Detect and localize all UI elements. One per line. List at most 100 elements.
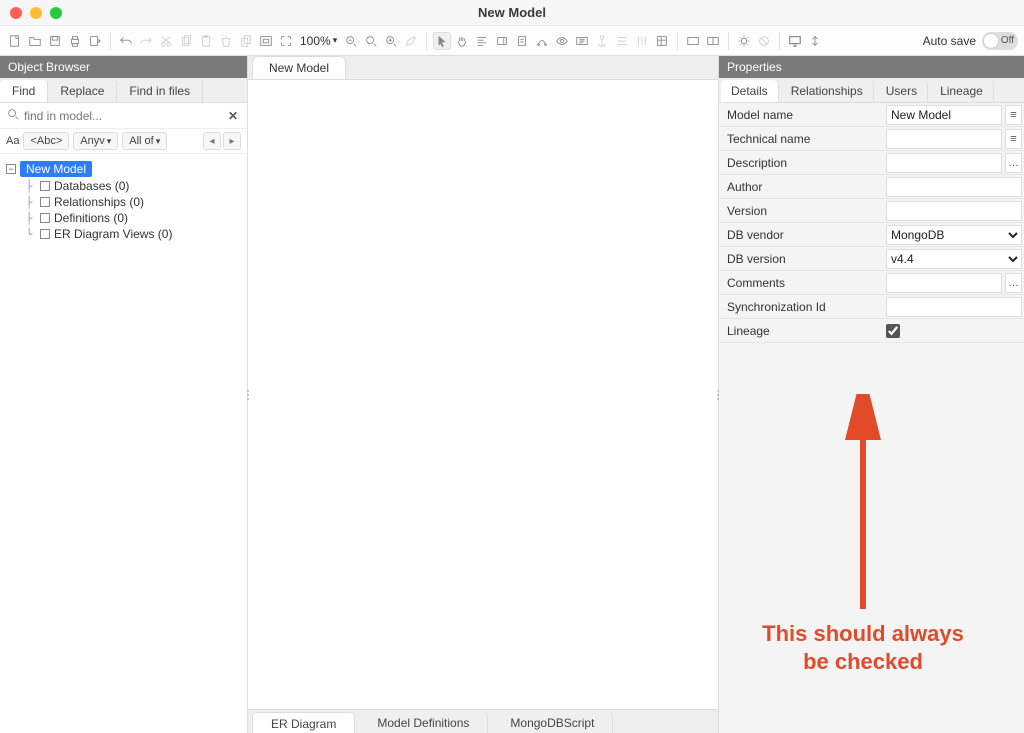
zoom-out-icon[interactable]: [342, 32, 360, 50]
save-icon[interactable]: [46, 32, 64, 50]
open-folder-icon[interactable]: [26, 32, 44, 50]
prop-label: Version: [719, 200, 884, 222]
gear-icon[interactable]: [735, 32, 753, 50]
bottom-tab-definitions[interactable]: Model Definitions: [359, 712, 488, 733]
model-name-input[interactable]: [886, 105, 1002, 125]
prop-tab-relationships[interactable]: Relationships: [781, 80, 874, 102]
comments-input[interactable]: [886, 273, 1002, 293]
add-relationship-icon[interactable]: [533, 32, 551, 50]
filter-case[interactable]: Aa: [6, 135, 19, 147]
next-result-button[interactable]: ▸: [223, 132, 241, 150]
redo-icon[interactable]: [137, 32, 155, 50]
duplicate-icon[interactable]: [237, 32, 255, 50]
prop-label: Comments: [719, 272, 884, 294]
screen2-icon[interactable]: [704, 32, 722, 50]
traffic-lights: [0, 7, 62, 19]
db-vendor-select[interactable]: MongoDB: [886, 225, 1022, 245]
zoom-to-fit-icon[interactable]: [257, 32, 275, 50]
prop-row-lineage: Lineage: [719, 319, 1024, 343]
fullscreen-icon[interactable]: [277, 32, 295, 50]
prop-label: Model name: [719, 104, 884, 126]
hand-tool-icon[interactable]: [453, 32, 471, 50]
zoom-level[interactable]: 100% ▾: [297, 34, 340, 48]
lineage-checkbox[interactable]: [886, 324, 900, 338]
editor-tab[interactable]: New Model: [252, 56, 346, 79]
prop-label: Lineage: [719, 320, 884, 342]
new-file-icon[interactable]: [6, 32, 24, 50]
prev-result-button[interactable]: ◂: [203, 132, 221, 150]
export-icon[interactable]: [86, 32, 104, 50]
db-version-select[interactable]: v4.4: [886, 249, 1022, 269]
description-input[interactable]: [886, 153, 1002, 173]
clear-search-icon[interactable]: ✕: [225, 109, 241, 123]
bottom-tab-er[interactable]: ER Diagram: [252, 712, 355, 733]
autosave-toggle[interactable]: Off: [982, 32, 1018, 50]
distribute-v-icon[interactable]: [633, 32, 651, 50]
tab-replace[interactable]: Replace: [48, 80, 117, 102]
tab-find[interactable]: Find: [0, 80, 48, 102]
expand-icon[interactable]: ≡: [1005, 105, 1022, 125]
tree-node-definitions[interactable]: ├ Definitions (0): [4, 210, 243, 226]
version-input[interactable]: [886, 201, 1022, 221]
technical-name-input[interactable]: [886, 129, 1002, 149]
undo-icon[interactable]: [117, 32, 135, 50]
prop-label: DB version: [719, 248, 884, 270]
close-window-button[interactable]: [10, 7, 22, 19]
settings-panel-icon[interactable]: [573, 32, 591, 50]
titlebar: New Model: [0, 0, 1024, 26]
copy-icon[interactable]: [177, 32, 195, 50]
search-input[interactable]: [24, 109, 221, 123]
edit-tool-icon[interactable]: [402, 32, 420, 50]
filter-abc[interactable]: <Abc>: [23, 132, 69, 150]
editor-canvas[interactable]: [248, 80, 718, 709]
ellipsis-icon[interactable]: …: [1005, 273, 1022, 293]
tree-node-er-views[interactable]: └ ER Diagram Views (0): [4, 226, 243, 242]
prop-label: Synchronization Id: [719, 296, 884, 318]
collapse-icon[interactable]: −: [6, 164, 16, 174]
toolbar-separator: [728, 32, 729, 50]
anchor-icon[interactable]: [593, 32, 611, 50]
screen1-icon[interactable]: [684, 32, 702, 50]
author-input[interactable]: [886, 177, 1022, 197]
cut-icon[interactable]: [157, 32, 175, 50]
stop-icon[interactable]: [755, 32, 773, 50]
pointer-tool-icon[interactable]: [433, 32, 451, 50]
tree-node-relationships[interactable]: ├ Relationships (0): [4, 194, 243, 210]
layout-icon[interactable]: [653, 32, 671, 50]
splitter-left[interactable]: [245, 380, 251, 410]
add-document-icon[interactable]: [513, 32, 531, 50]
zoom-window-button[interactable]: [50, 7, 62, 19]
chevron-down-icon: ▾: [333, 35, 338, 46]
prop-tab-lineage[interactable]: Lineage: [930, 80, 994, 102]
bottom-tab-script[interactable]: MongoDBScript: [492, 712, 613, 733]
filter-allof[interactable]: All of▾: [122, 132, 167, 150]
monitor-icon[interactable]: [786, 32, 804, 50]
zoom-in-icon[interactable]: [382, 32, 400, 50]
align-left-icon[interactable]: [473, 32, 491, 50]
minimize-window-button[interactable]: [30, 7, 42, 19]
distribute-h-icon[interactable]: [613, 32, 631, 50]
print-icon[interactable]: [66, 32, 84, 50]
prop-tab-users[interactable]: Users: [876, 80, 928, 102]
add-view-icon[interactable]: [553, 32, 571, 50]
ellipsis-icon[interactable]: …: [1005, 153, 1022, 173]
zoom-reset-icon[interactable]: [362, 32, 380, 50]
sync-id-input[interactable]: [886, 297, 1022, 317]
paste-icon[interactable]: [197, 32, 215, 50]
collapse-icon[interactable]: [806, 32, 824, 50]
editor-tabstrip: New Model: [248, 56, 718, 80]
tree-node-databases[interactable]: ├ Databases (0): [4, 178, 243, 194]
delete-icon[interactable]: [217, 32, 235, 50]
expand-icon[interactable]: ≡: [1005, 129, 1022, 149]
filter-anyv[interactable]: Anyv▾: [73, 132, 118, 150]
prop-label: Author: [719, 176, 884, 198]
node-icon: [40, 229, 50, 239]
prop-tab-details[interactable]: Details: [721, 80, 779, 102]
toolbar: 100% ▾ Auto save Off: [0, 26, 1024, 56]
add-entity-icon[interactable]: [493, 32, 511, 50]
tree-root[interactable]: − New Model: [4, 160, 243, 178]
tree-label: Databases (0): [54, 179, 129, 193]
zoom-value: 100%: [300, 34, 331, 48]
tab-find-in-files[interactable]: Find in files: [117, 80, 203, 102]
prop-row-author: Author: [719, 175, 1024, 199]
